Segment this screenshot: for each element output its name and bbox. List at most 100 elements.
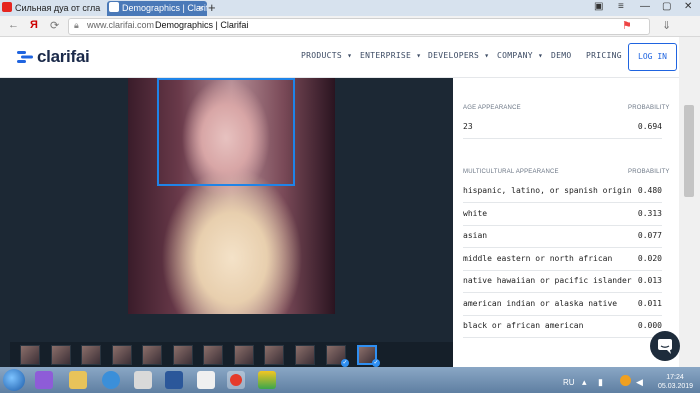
downloads-icon[interactable]: ⇓ xyxy=(662,19,671,32)
multicultural-row: american indian or alaska native 0.011 xyxy=(463,293,662,316)
chat-button[interactable] xyxy=(650,331,680,361)
nav-label: ENTERPRISE xyxy=(360,51,412,60)
multicultural-row: white 0.313 xyxy=(463,203,662,226)
internet-explorer-icon[interactable] xyxy=(102,371,120,389)
microphone-icon[interactable] xyxy=(35,371,53,389)
volume-icon[interactable]: ◀ xyxy=(636,377,643,388)
thumbnail-strip xyxy=(10,342,453,367)
network-icon[interactable]: ▮ xyxy=(598,377,603,388)
category-name: american indian or alaska native xyxy=(463,299,618,308)
multicultural-row: middle eastern or north african 0.020 xyxy=(463,248,662,271)
yandex-app-icon[interactable] xyxy=(197,371,215,389)
caret-down-icon: ▾ xyxy=(484,51,490,60)
check-icon: ✓ xyxy=(372,359,380,367)
page-scrollbar[interactable] xyxy=(679,37,700,367)
nav-label: DEMO xyxy=(551,51,572,60)
age-value: 23 xyxy=(463,122,473,131)
category-name: hispanic, latino, or spanish origin xyxy=(463,186,632,195)
thumbnail[interactable] xyxy=(234,345,254,365)
check-icon: ✓ xyxy=(341,359,349,367)
maximize-icon[interactable]: ▢ xyxy=(662,1,671,12)
start-button[interactable] xyxy=(3,369,25,391)
nav-products[interactable]: PRODUCTS ▾ xyxy=(301,51,352,60)
nav-enterprise[interactable]: ENTERPRISE ▾ xyxy=(360,51,421,60)
nav-demo[interactable]: DEMO xyxy=(551,51,571,60)
tab-active[interactable]: Demographics | Clarifai × xyxy=(107,1,207,16)
nav-company[interactable]: COMPANY ▾ xyxy=(497,51,543,60)
category-name: middle eastern or north african xyxy=(463,254,613,263)
close-tab-icon[interactable]: × xyxy=(199,1,204,16)
thumbnail[interactable] xyxy=(173,345,193,365)
clarifai-logo[interactable]: clarifai xyxy=(17,47,90,67)
thumbnail[interactable] xyxy=(51,345,71,365)
probability-value: 0.313 xyxy=(637,209,662,218)
tab-label: Сильная дуа от сгла xyxy=(15,3,101,13)
nav-label: DEVELOPERS xyxy=(428,51,480,60)
nav-pricing[interactable]: PRICING xyxy=(586,51,622,60)
multicultural-row: native hawaiian or pacific islander 0.01… xyxy=(463,270,662,293)
youtube-icon xyxy=(2,2,12,12)
back-arrow-icon[interactable]: ← xyxy=(8,19,19,31)
minimize-icon[interactable]: — xyxy=(640,1,650,12)
caret-down-icon: ▾ xyxy=(347,51,353,60)
caret-down-icon: ▾ xyxy=(537,51,544,60)
site-header: clarifai PRODUCTS ▾ ENTERPRISE ▾ DEVELOP… xyxy=(0,37,679,78)
clock-date: 05.03.2019 xyxy=(658,383,694,390)
thumbnail[interactable] xyxy=(203,345,223,365)
scrollbar-thumb[interactable] xyxy=(684,105,694,197)
multicultural-section-header: MULTICULTURAL APPEARANCE xyxy=(463,169,559,175)
nav-developers[interactable]: DEVELOPERS ▾ xyxy=(428,51,489,60)
category-name: native hawaiian or pacific islander xyxy=(463,276,632,285)
tab-other[interactable]: Сильная дуа от сгла xyxy=(0,1,105,16)
nav-label: PRODUCTS xyxy=(301,51,342,60)
age-section-header: AGE APPEARANCE xyxy=(463,105,521,111)
probability-value: 0.011 xyxy=(637,299,662,308)
yandex-icon[interactable]: Я xyxy=(30,19,38,31)
thumbnail[interactable] xyxy=(264,345,284,365)
word-icon[interactable] xyxy=(165,371,183,389)
bookmarks-icon[interactable]: ▣ xyxy=(594,1,603,12)
clarifai-logo-icon xyxy=(17,51,33,63)
category-name: white xyxy=(463,209,488,218)
clock-time: 17:24 xyxy=(666,374,684,381)
close-window-icon[interactable]: ✕ xyxy=(684,1,692,12)
yandex-browser-icon[interactable] xyxy=(227,371,245,389)
probability-value: 0.077 xyxy=(637,231,662,240)
thumbnail[interactable] xyxy=(112,345,132,365)
category-name: asian xyxy=(463,231,488,240)
multicultural-row: asian 0.077 xyxy=(463,225,662,248)
caret-down-icon: ▾ xyxy=(416,51,422,60)
thumbnail[interactable] xyxy=(295,345,315,365)
nav-label: COMPANY xyxy=(497,51,533,60)
language-indicator[interactable]: RU xyxy=(563,378,575,387)
media-player-icon[interactable] xyxy=(134,371,152,389)
folder-icon[interactable] xyxy=(69,371,87,389)
new-tab-button[interactable]: + xyxy=(208,0,216,16)
url-page-title: Demographics | Clarifai xyxy=(155,20,249,30)
age-row: 23 0.694 xyxy=(463,116,662,139)
probability-value: 0.480 xyxy=(637,186,662,195)
tray-app-icon[interactable] xyxy=(620,375,631,386)
thumbnail[interactable] xyxy=(81,345,101,365)
tray-expand-icon[interactable]: ▴ xyxy=(582,377,587,388)
bookmark-flag-icon[interactable]: ⚑ xyxy=(622,19,632,32)
age-probability-header: PROBABILITY xyxy=(628,105,670,111)
login-button[interactable]: LOG IN xyxy=(628,43,677,71)
browser-tab-bar: Сильная дуа от сгла Demographics | Clari… xyxy=(0,0,700,16)
menu-icon[interactable]: ≡ xyxy=(618,1,624,12)
reload-icon[interactable]: ⟳ xyxy=(50,19,59,32)
face-bounding-box[interactable] xyxy=(157,78,295,186)
lock-icon: 🔒︎ xyxy=(74,20,79,30)
probability-value: 0.694 xyxy=(637,122,662,131)
thumbnail[interactable] xyxy=(20,345,40,365)
address-bar: ← Я ⟳ 🔒︎ www.clarifai.com Demographics |… xyxy=(0,16,700,37)
url-field[interactable]: 🔒︎ www.clarifai.com Demographics | Clari… xyxy=(68,18,650,35)
probability-value: 0.020 xyxy=(637,254,662,263)
tab-label: Demographics | Clarifai xyxy=(122,3,207,13)
multicultural-probability-header: PROBABILITY xyxy=(628,169,670,175)
thumbnail[interactable] xyxy=(142,345,162,365)
clock[interactable]: 17:24 05.03.2019 xyxy=(658,373,694,391)
nav-label: PRICING xyxy=(586,51,622,60)
app-icon[interactable] xyxy=(258,371,276,389)
probability-value: 0.000 xyxy=(637,321,662,330)
